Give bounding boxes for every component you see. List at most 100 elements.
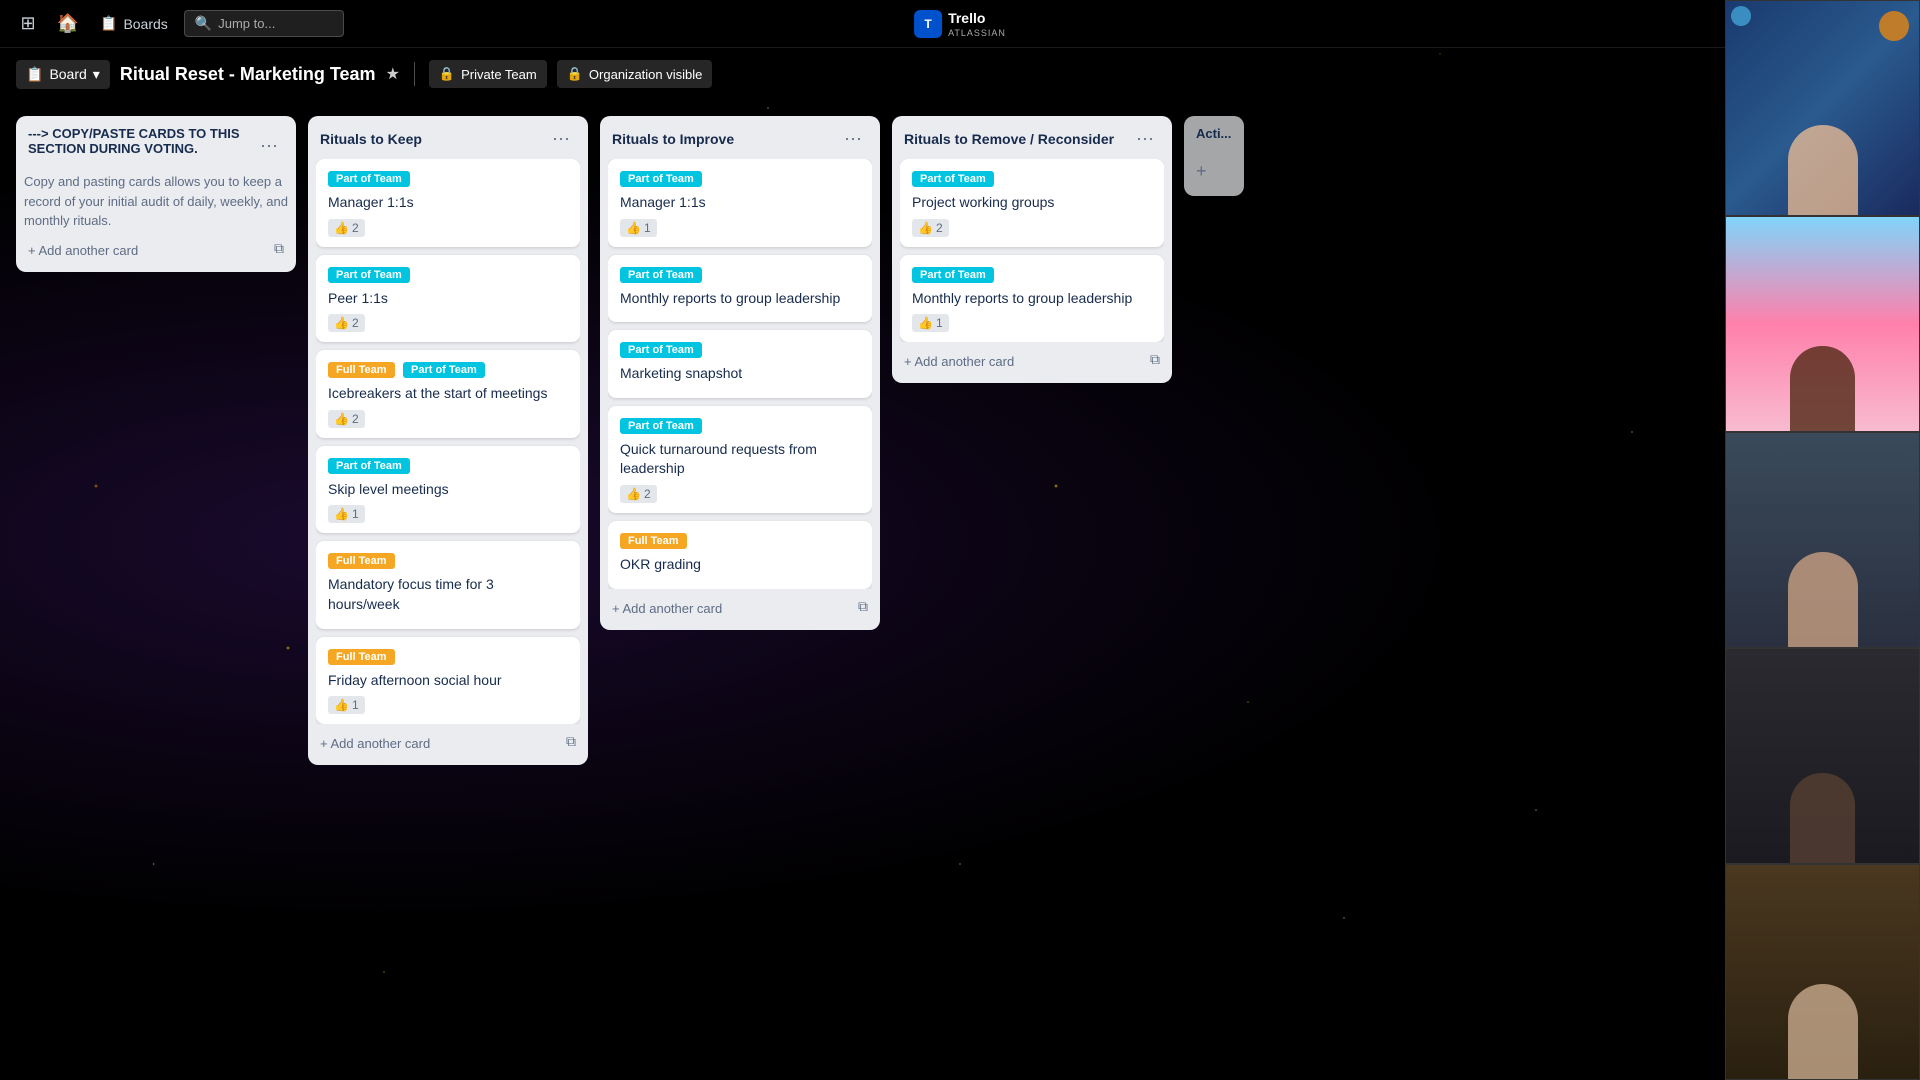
column-rituals-to-improve: Rituals to Improve ··· Part of Team Mana… [600, 116, 880, 630]
lock-icon: 🔒 [439, 66, 455, 82]
card-rk2-footer: 👍 2 [328, 314, 568, 332]
card-rk6-tags: Full Team [328, 647, 568, 671]
header-separator [414, 62, 415, 86]
org-icon: 🔒 [567, 66, 583, 82]
column-rituals-to-improve-menu-button[interactable]: ··· [838, 126, 868, 151]
card-rr2[interactable]: Part of Team Monthly reports to group le… [900, 255, 1164, 343]
card-rk2[interactable]: Part of Team Peer 1:1s 👍 2 [316, 255, 580, 343]
tag-part-of-team-ri1: Part of Team [620, 171, 702, 187]
like-icon-rk4: 👍 [334, 507, 349, 521]
add-card-button-keep[interactable]: + Add another card [316, 730, 562, 757]
column-rituals-to-improve-title: Rituals to Improve [612, 131, 838, 147]
card-rk4-tags: Part of Team [328, 456, 568, 480]
board-title: Ritual Reset - Marketing Team [120, 64, 376, 85]
trello-logo-icon: T [914, 10, 942, 38]
card-rk1-tags: Part of Team [328, 169, 568, 193]
copy-icon-button-improve[interactable]: ⧉ [854, 594, 872, 619]
like-count-rk1: 2 [352, 221, 359, 235]
like-icon-ri1: 👍 [626, 221, 641, 235]
column-rituals-to-keep-menu-button[interactable]: ··· [546, 126, 576, 151]
column-keep-footer: + Add another card ⧉ [316, 726, 580, 757]
grid-icon: ⊞ [20, 13, 35, 34]
like-icon-rk3: 👍 [334, 412, 349, 426]
column-copy-paste-menu-button[interactable]: ··· [254, 133, 284, 158]
card-ri4[interactable]: Part of Team Quick turnaround requests f… [608, 406, 872, 513]
add-card-button-improve[interactable]: + Add another card [608, 595, 854, 622]
column-copy-paste-title: ---> COPY/PASTE CARDS TO THIS SECTION DU… [28, 126, 254, 156]
like-badge-rk1: 👍 2 [328, 219, 365, 237]
card-rk2-title: Peer 1:1s [328, 289, 568, 309]
tag-part-of-team-rr1: Part of Team [912, 171, 994, 187]
search-icon: 🔍 [195, 15, 212, 32]
like-count-rk2: 2 [352, 316, 359, 330]
tag-part-of-team: Part of Team [328, 171, 410, 187]
card-rk3[interactable]: Full Team Part of Team Icebreakers at th… [316, 350, 580, 438]
tag-part-of-team-rr2: Part of Team [912, 267, 994, 283]
card-rk4[interactable]: Part of Team Skip level meetings 👍 1 [316, 446, 580, 534]
video-cell-3-content [1726, 433, 1919, 647]
column-rituals-to-remove: Rituals to Remove / Reconsider ··· Part … [892, 116, 1172, 383]
column-copy-paste-header: ---> COPY/PASTE CARDS TO THIS SECTION DU… [24, 126, 288, 172]
card-rr1[interactable]: Part of Team Project working groups 👍 2 [900, 159, 1164, 247]
card-ri5[interactable]: Full Team OKR grading [608, 521, 872, 589]
card-ri2[interactable]: Part of Team Monthly reports to group le… [608, 255, 872, 323]
add-card-button-action[interactable]: + [1192, 157, 1211, 186]
column-rituals-to-remove-title: Rituals to Remove / Reconsider [904, 131, 1130, 147]
private-team-button[interactable]: 🔒 Private Team [429, 60, 547, 88]
video-cell-5-content [1726, 865, 1919, 1079]
tag-full-team-rk5: Full Team [328, 553, 395, 569]
column-rituals-to-keep: Rituals to Keep ··· Part of Team Manager… [308, 116, 588, 765]
boards-label: Boards [123, 16, 167, 32]
like-badge-rk3: 👍 2 [328, 410, 365, 428]
card-rk1[interactable]: Part of Team Manager 1:1s 👍 2 [316, 159, 580, 247]
search-bar[interactable]: 🔍 Jump to... [184, 10, 344, 37]
card-rk2-tags: Part of Team [328, 265, 568, 289]
like-count-rk6: 1 [352, 698, 359, 712]
card-ri1[interactable]: Part of Team Manager 1:1s 👍 1 [608, 159, 872, 247]
video-cell-4 [1725, 648, 1920, 864]
org-label: Organization visible [589, 67, 702, 82]
like-count-rr2: 1 [936, 316, 943, 330]
home-button[interactable]: 🏠 [52, 8, 84, 40]
copy-icon-button-keep[interactable]: ⧉ [562, 729, 580, 754]
tag-part-of-team-ri4: Part of Team [620, 418, 702, 434]
add-card-button-remove[interactable]: + Add another card [900, 348, 1146, 375]
like-count-rk4: 1 [352, 507, 359, 521]
card-ri5-tags: Full Team [620, 531, 860, 555]
add-card-button-copy-paste[interactable]: + Add another card [24, 237, 270, 264]
board-header: 📋 Board ▾ Ritual Reset - Marketing Team … [0, 48, 1920, 100]
board-menu-button[interactable]: 📋 Board ▾ [16, 60, 110, 89]
card-rr2-tags: Part of Team [912, 265, 1152, 289]
card-ri1-tags: Part of Team [620, 169, 860, 193]
card-ri4-tags: Part of Team [620, 416, 860, 440]
video-cell-2-content [1726, 217, 1919, 431]
copy-icon-button-copy-paste[interactable]: ⧉ [270, 236, 288, 261]
like-icon-rr2: 👍 [918, 316, 933, 330]
card-ri3[interactable]: Part of Team Marketing snapshot [608, 330, 872, 398]
like-count-ri4: 2 [644, 487, 651, 501]
boards-nav-item[interactable]: 📋 Boards [92, 11, 176, 36]
column-rituals-to-keep-cards: Part of Team Manager 1:1s 👍 2 Part of Te… [316, 159, 580, 724]
tag-part-of-team-rk4: Part of Team [328, 458, 410, 474]
card-rk1-title: Manager 1:1s [328, 193, 568, 213]
like-badge-rr1: 👍 2 [912, 219, 949, 237]
card-rk4-footer: 👍 1 [328, 505, 568, 523]
copy-icon-button-remove[interactable]: ⧉ [1146, 347, 1164, 372]
tag-part-of-team: Part of Team [328, 267, 410, 283]
card-rk5[interactable]: Full Team Mandatory focus time for 3 hou… [316, 541, 580, 628]
grid-menu-button[interactable]: ⊞ [12, 8, 44, 40]
like-count-ri1: 1 [644, 221, 651, 235]
tag-full-team-ri5: Full Team [620, 533, 687, 549]
tag-full-team-rk6: Full Team [328, 649, 395, 665]
star-button[interactable]: ★ [386, 64, 400, 84]
card-rk3-title: Icebreakers at the start of meetings [328, 384, 568, 404]
board-content: ---> COPY/PASTE CARDS TO THIS SECTION DU… [0, 100, 1920, 1080]
card-rr2-title: Monthly reports to group leadership [912, 289, 1152, 309]
video-panel [1725, 0, 1920, 1080]
column-rituals-to-remove-menu-button[interactable]: ··· [1130, 126, 1160, 151]
trello-logo-text: Trello ATLASSIAN [948, 10, 1006, 38]
card-rk6[interactable]: Full Team Friday afternoon social hour 👍… [316, 637, 580, 725]
card-ri1-footer: 👍 1 [620, 219, 860, 237]
org-visible-button[interactable]: 🔒 Organization visible [557, 60, 713, 88]
column-copy-paste-description: Copy and pasting cards allows you to kee… [24, 172, 288, 231]
